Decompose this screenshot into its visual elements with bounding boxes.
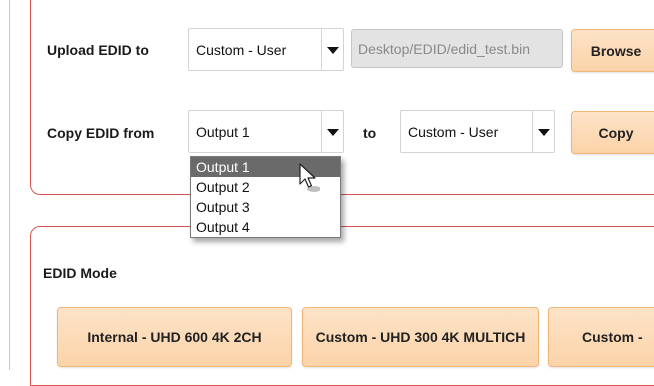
edid-file-path-field[interactable]: Desktop/EDID/edid_test.bin bbox=[351, 29, 563, 68]
edid-mode-custom-uhd-300-button[interactable]: Custom - UHD 300 4K MULTICH bbox=[302, 307, 539, 367]
edid-mode-custom-button[interactable]: Custom - bbox=[548, 307, 654, 367]
upload-edid-label: Upload EDID to bbox=[47, 42, 149, 58]
edid-mode-internal-uhd-600-button[interactable]: Internal - UHD 600 4K 2CH bbox=[57, 307, 292, 367]
copy-edid-source-value: Output 1 bbox=[196, 124, 250, 140]
upload-edid-target-value: Custom - User bbox=[196, 42, 287, 58]
browse-button[interactable]: Browse bbox=[571, 29, 654, 72]
mouse-pointer-icon bbox=[299, 163, 320, 192]
chevron-down-icon[interactable] bbox=[321, 29, 343, 70]
chevron-down-icon[interactable] bbox=[532, 111, 554, 152]
left-divider bbox=[9, 0, 10, 370]
chevron-down-icon[interactable] bbox=[321, 111, 343, 152]
copy-edid-label: Copy EDID from bbox=[47, 125, 155, 141]
edid-mode-label: EDID Mode bbox=[43, 265, 117, 281]
edid-file-path-value: Desktop/EDID/edid_test.bin bbox=[358, 41, 530, 57]
copy-button[interactable]: Copy bbox=[571, 111, 654, 154]
copy-edid-target-select[interactable]: Custom - User bbox=[400, 110, 555, 153]
copy-edid-target-value: Custom - User bbox=[408, 124, 499, 140]
dropdown-option-output-3[interactable]: Output 3 bbox=[191, 197, 340, 217]
dropdown-option-output-4[interactable]: Output 4 bbox=[191, 217, 340, 237]
to-label: to bbox=[363, 125, 377, 141]
upload-edid-target-select[interactable]: Custom - User bbox=[188, 28, 344, 71]
copy-edid-source-select[interactable]: Output 1 bbox=[188, 110, 344, 153]
